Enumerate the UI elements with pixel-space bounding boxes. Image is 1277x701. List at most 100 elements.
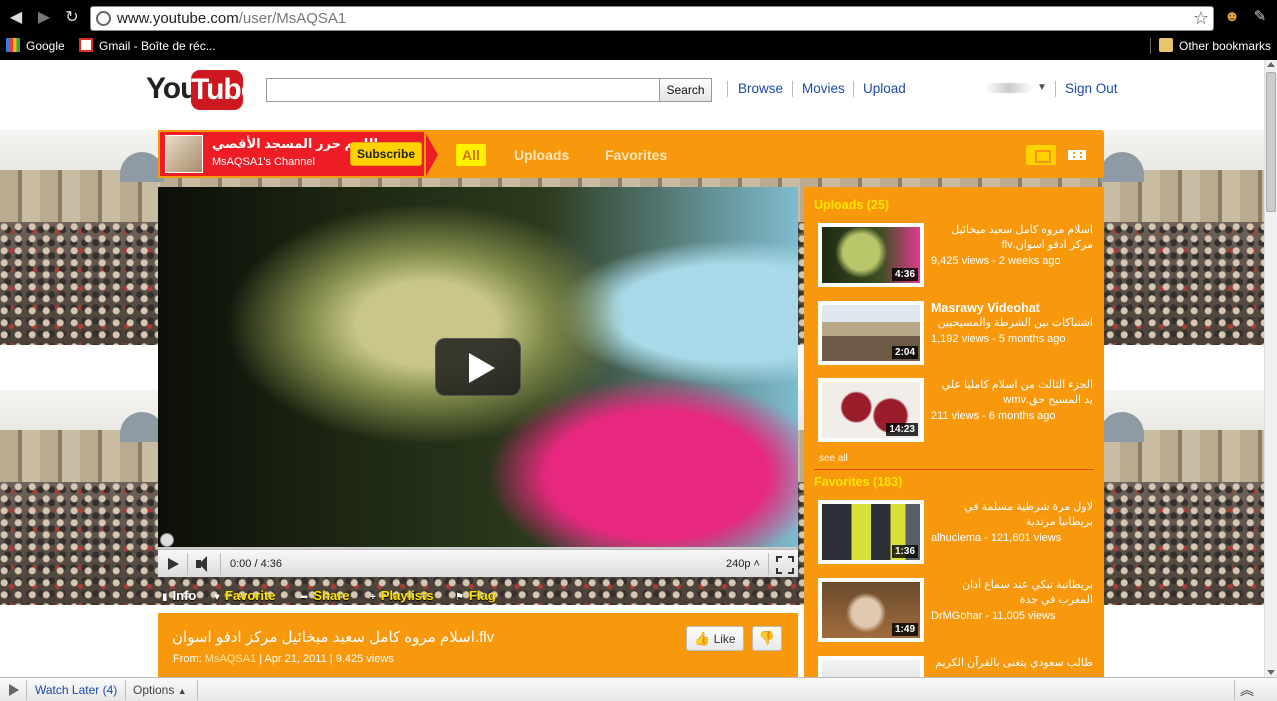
video-thumbnail[interactable]: 14:23 — [818, 378, 924, 442]
upload-link[interactable]: Upload — [863, 81, 906, 96]
tab-uploads[interactable]: Uploads — [514, 144, 569, 166]
divider — [220, 553, 221, 575]
quality-button[interactable]: 240p ˄ — [726, 554, 760, 574]
search-input[interactable] — [266, 78, 660, 102]
grid-view-icon[interactable] — [1062, 145, 1092, 165]
page: You Tube Search Browse Movies Upload ▼ S… — [0, 60, 1264, 677]
video-meta: DrMGohar - 11,005 views — [931, 610, 1056, 622]
other-bookmarks[interactable]: Other bookmarks — [1159, 38, 1271, 54]
info-tab[interactable]: ▮ Info — [162, 588, 196, 603]
video-thumbnail[interactable]: 4:36 — [818, 223, 924, 287]
dislike-button[interactable]: 👎 — [752, 626, 782, 651]
divider — [792, 81, 793, 97]
channel-avatar[interactable] — [165, 135, 203, 173]
fullscreen-icon[interactable] — [774, 554, 794, 574]
playlists-tab[interactable]: + Playlists — [370, 588, 434, 603]
username-menu[interactable] — [985, 83, 1033, 93]
video-thumbnail[interactable]: 2:04 — [818, 301, 924, 365]
time-display: 0:00 / 4:36 — [230, 558, 282, 570]
player-view-icon[interactable] — [1026, 145, 1056, 165]
browse-link[interactable]: Browse — [738, 81, 783, 96]
tab-all[interactable]: All — [456, 144, 486, 166]
extension-icon[interactable]: ☻ — [1222, 7, 1242, 27]
favorite-label: Favorite — [224, 588, 276, 603]
like-button[interactable]: 👍 Like — [686, 626, 744, 651]
progress-handle[interactable] — [160, 533, 174, 547]
list-item[interactable]: 2:04 Masrawy Videohat اشتباكات بين الشرطة… — [818, 301, 1098, 367]
scroll-up-icon[interactable] — [1267, 62, 1275, 67]
browser-chrome: ◀ ▶ ↻ www.youtube.com/user/MsAQSA1 ☆ ☻ ✎… — [0, 0, 1277, 60]
bookmark-gmail[interactable]: Gmail - Boîte de réc... — [79, 38, 216, 54]
video-thumbnail[interactable]: 1:36 — [818, 500, 924, 564]
bookmarks-bar: Google Gmail - Boîte de réc... Other boo… — [0, 35, 1277, 57]
share-tab[interactable]: ➦ Share — [300, 588, 350, 603]
logo-you: You — [146, 72, 198, 105]
video-link[interactable]: بريطانية تبكي عند سماع أذان المغرب في جد… — [931, 578, 1093, 608]
watch-later-link[interactable]: Watch Later (4) — [35, 683, 117, 697]
forward-icon[interactable]: ▶ — [34, 8, 54, 28]
subscribe-button[interactable]: Subscribe — [350, 142, 422, 166]
flag-tab[interactable]: ⚑ Flag — [455, 588, 496, 603]
caret-down-icon[interactable]: ▼ — [1037, 82, 1047, 93]
bookmarks-divider — [1150, 38, 1151, 54]
video-thumbnail[interactable] — [818, 656, 924, 677]
vertical-scrollbar[interactable] — [1264, 60, 1277, 677]
duration-badge: 2:04 — [891, 346, 918, 359]
author-link[interactable]: MsAQSA1 — [205, 653, 256, 665]
other-bookmarks-label: Other bookmarks — [1179, 39, 1272, 53]
video-meta: 211 views - 6 months ago — [931, 410, 1056, 422]
list-item[interactable]: 14:23 الجزء الثالث من اسلام كامليا علي ي… — [818, 378, 1098, 444]
video-link[interactable]: الجزء الثالث من اسلام كامليا علي يد المس… — [931, 378, 1093, 408]
video-meta: 1,192 views - 5 months ago — [931, 333, 1066, 345]
channel-identity: اللهم حرر المسجد الأقصي MsAQSA1's Channe… — [158, 130, 438, 178]
reload-icon[interactable]: ↻ — [62, 8, 82, 28]
play-icon[interactable] — [4, 681, 22, 699]
movies-link[interactable]: Movies — [802, 81, 845, 96]
list-item[interactable]: 1:49 بريطانية تبكي عند سماع أذان المغرب … — [818, 578, 1098, 644]
uploads-heading[interactable]: Uploads (25) — [814, 198, 889, 212]
channel-header: اللهم حرر المسجد الأقصي MsAQSA1's Channe… — [158, 130, 1104, 178]
play-icon[interactable] — [435, 338, 521, 396]
expand-icon[interactable]: ︽ — [1240, 680, 1254, 700]
info-icon: ▮ — [162, 592, 168, 603]
thumbs-down-icon: 👎 — [758, 631, 776, 646]
thumbs-up-icon: 👍 — [694, 630, 711, 646]
video-link[interactable]: طالب سعودي يتغنى بالقرآن الكريم — [931, 656, 1093, 671]
share-label: Share — [313, 588, 350, 603]
scroll-thumb[interactable] — [1266, 72, 1276, 212]
search-button[interactable]: Search — [659, 78, 712, 102]
list-item[interactable]: 1:36 لاول مرة شرطية مسلمة في بريطانيا مر… — [818, 500, 1098, 566]
video-link[interactable]: لاول مرة شرطية مسلمة في بريطانيا مرتدية — [931, 500, 1093, 530]
bookmark-google[interactable]: Google — [6, 38, 65, 54]
divider — [768, 553, 769, 575]
options-button[interactable]: Options ▲ — [133, 683, 187, 697]
favorites-heading[interactable]: Favorites (183) — [814, 475, 902, 489]
bookmark-star-icon[interactable]: ☆ — [1193, 8, 1209, 29]
url-text: www.youtube.com/user/MsAQSA1 — [117, 10, 346, 28]
plus-icon: + — [370, 592, 376, 603]
video-player[interactable]: 0:00 / 4:36 240p ˄ — [158, 187, 798, 577]
back-icon[interactable]: ◀ — [6, 8, 26, 28]
quality-label: 240p — [726, 558, 751, 570]
scroll-down-icon[interactable] — [1267, 670, 1275, 675]
divider — [814, 469, 1094, 470]
info-label: Info — [172, 588, 197, 603]
watch-later-bar: Watch Later (4) Options ▲ ︽ — [0, 677, 1277, 701]
channel-sidebar: Uploads (25) 4:36 اسلام مروه كامل سعيد م… — [804, 187, 1104, 677]
see-all-link[interactable]: see all — [819, 453, 848, 464]
wrench-icon[interactable]: ✎ — [1250, 7, 1270, 27]
like-label: Like — [713, 631, 736, 646]
bookmark-label: Gmail - Boîte de réc... — [99, 39, 216, 53]
video-thumbnail[interactable]: 1:49 — [818, 578, 924, 642]
favorite-tab[interactable]: ♥ Favorite — [214, 588, 276, 603]
sign-out-link[interactable]: Sign Out — [1065, 81, 1118, 96]
volume-icon[interactable] — [192, 554, 214, 574]
tab-favorites[interactable]: Favorites — [605, 144, 667, 166]
play-pause-icon[interactable] — [162, 554, 184, 574]
duration-badge: 14:23 — [886, 423, 918, 436]
list-item[interactable]: 4:36 اسلام مروه كامل سعيد ميخائيل مركز ا… — [818, 223, 1098, 289]
video-link[interactable]: Masrawy Videohat — [931, 301, 1093, 316]
address-bar[interactable]: www.youtube.com/user/MsAQSA1 ☆ — [90, 6, 1214, 31]
list-item[interactable]: طالب سعودي يتغنى بالقرآن الكريم — [818, 656, 1098, 677]
video-link[interactable]: اسلام مروه كامل سعيد ميخائيل مركز ادفو ا… — [931, 223, 1093, 253]
